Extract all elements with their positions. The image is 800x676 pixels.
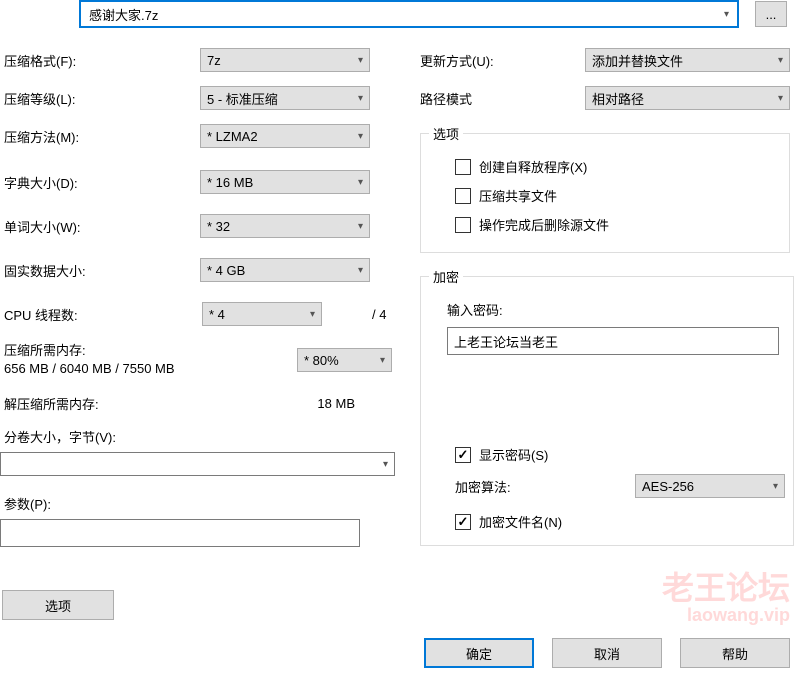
dict-combo[interactable]: * 16 MB ▾ xyxy=(200,170,370,194)
encrypt-legend: 加密 xyxy=(429,267,463,286)
enc-method-label: 加密算法: xyxy=(455,477,635,496)
enc-names-label: 加密文件名(N) xyxy=(479,512,562,531)
threads-combo[interactable]: * 4 ▾ xyxy=(202,302,322,326)
threads-max: / 4 xyxy=(372,307,386,322)
cancel-button[interactable]: 取消 xyxy=(552,638,662,668)
show-pwd-label: 显示密码(S) xyxy=(479,445,548,464)
watermark: 老王论坛 laowang.vip xyxy=(662,571,790,626)
chevron-down-icon: ▾ xyxy=(773,481,778,492)
params-label: 参数(P): xyxy=(0,494,200,513)
archive-filename-text: 感谢大家.7z xyxy=(89,5,158,24)
compress-mem-combo[interactable]: * 80% ▾ xyxy=(297,348,392,372)
update-label: 更新方式(U): xyxy=(420,51,585,70)
params-input[interactable] xyxy=(0,519,360,547)
decompress-mem-value: 18 MB xyxy=(200,396,355,411)
enter-pwd-label: 输入密码: xyxy=(429,300,785,319)
format-label: 压缩格式(F): xyxy=(0,51,200,70)
solid-combo[interactable]: * 4 GB ▾ xyxy=(200,258,370,282)
word-label: 单词大小(W): xyxy=(0,217,200,236)
chevron-down-icon: ▾ xyxy=(778,93,783,104)
format-combo[interactable]: 7z ▾ xyxy=(200,48,370,72)
path-label: 路径模式 xyxy=(420,89,585,108)
split-label: 分卷大小，字节(V): xyxy=(0,427,200,446)
chevron-down-icon: ▾ xyxy=(778,55,783,66)
encrypt-fieldset: 加密 输入密码: 上老王论坛当老王 显示密码(S) 加密算法: AES-256 … xyxy=(420,267,794,546)
path-combo[interactable]: 相对路径 ▾ xyxy=(585,86,790,110)
dict-label: 字典大小(D): xyxy=(0,173,200,192)
delete-after-label: 操作完成后删除源文件 xyxy=(479,215,609,234)
update-combo[interactable]: 添加并替换文件 ▾ xyxy=(585,48,790,72)
browse-button[interactable]: ... xyxy=(755,1,787,27)
sfx-label: 创建自释放程序(X) xyxy=(479,157,587,176)
word-combo[interactable]: * 32 ▾ xyxy=(200,214,370,238)
help-button[interactable]: 帮助 xyxy=(680,638,790,668)
chevron-down-icon: ▾ xyxy=(380,355,385,366)
chevron-down-icon: ▾ xyxy=(310,309,315,320)
method-combo[interactable]: * LZMA2 ▾ xyxy=(200,124,370,148)
shared-label: 压缩共享文件 xyxy=(479,186,557,205)
level-combo[interactable]: 5 - 标准压缩 ▾ xyxy=(200,86,370,110)
enc-method-combo[interactable]: AES-256 ▾ xyxy=(635,474,785,498)
threads-label: CPU 线程数: xyxy=(0,305,202,324)
solid-label: 固实数据大小: xyxy=(0,261,200,280)
chevron-down-icon: ▾ xyxy=(358,93,363,104)
sfx-checkbox[interactable] xyxy=(455,159,471,175)
chevron-down-icon: ▾ xyxy=(724,9,729,20)
delete-after-checkbox[interactable] xyxy=(455,217,471,233)
chevron-down-icon: ▾ xyxy=(358,265,363,276)
chevron-down-icon: ▾ xyxy=(358,131,363,142)
options-fieldset: 选项 创建自释放程序(X) 压缩共享文件 操作完成后删除源文件 xyxy=(420,124,790,253)
archive-filename-combo[interactable]: 感谢大家.7z ▾ xyxy=(79,0,739,28)
options-legend: 选项 xyxy=(429,124,463,143)
enc-names-checkbox[interactable] xyxy=(455,514,471,530)
compress-mem-label: 压缩所需内存: xyxy=(4,342,202,360)
options-button[interactable]: 选项 xyxy=(2,590,114,620)
chevron-down-icon: ▾ xyxy=(358,221,363,232)
level-label: 压缩等级(L): xyxy=(0,89,200,108)
decompress-mem-label: 解压缩所需内存: xyxy=(0,394,200,413)
chevron-down-icon: ▾ xyxy=(358,177,363,188)
chevron-down-icon: ▾ xyxy=(358,55,363,66)
ok-button[interactable]: 确定 xyxy=(424,638,534,668)
show-pwd-checkbox[interactable] xyxy=(455,447,471,463)
method-label: 压缩方法(M): xyxy=(0,127,200,146)
password-input[interactable]: 上老王论坛当老王 xyxy=(447,327,779,355)
shared-checkbox[interactable] xyxy=(455,188,471,204)
compress-mem-detail: 656 MB / 6040 MB / 7550 MB xyxy=(4,360,202,378)
split-combo[interactable]: ▾ xyxy=(0,452,395,476)
chevron-down-icon: ▾ xyxy=(383,459,388,470)
